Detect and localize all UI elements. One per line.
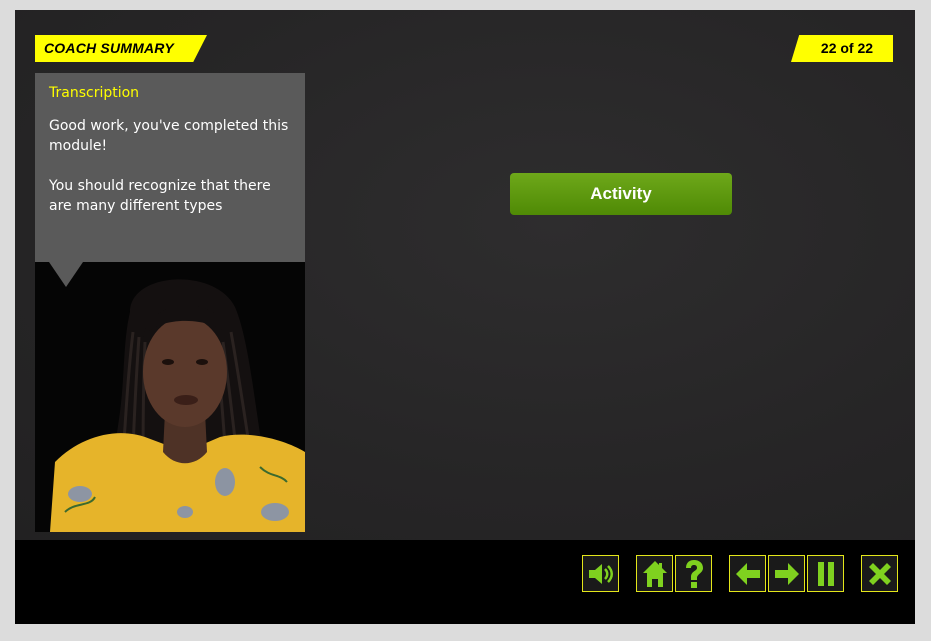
page-counter: 22 of 22 — [791, 35, 893, 62]
speaker-icon — [588, 563, 613, 584]
home-button[interactable] — [636, 555, 673, 592]
coach-portrait-image — [35, 262, 305, 532]
home-icon — [642, 560, 667, 587]
arrow-right-icon — [774, 562, 799, 585]
transcript-panel: Transcription Good work, you've complete… — [35, 73, 305, 262]
coach-video[interactable] — [35, 262, 305, 532]
audio-toggle-button[interactable] — [582, 555, 619, 592]
help-button[interactable] — [675, 555, 712, 592]
pause-icon — [817, 561, 834, 586]
arrow-left-icon — [735, 562, 760, 585]
transcript-pointer — [49, 262, 83, 287]
close-icon — [868, 562, 891, 585]
activity-button[interactable]: Activity — [510, 173, 732, 215]
previous-button[interactable] — [729, 555, 766, 592]
player-toolbar — [15, 540, 915, 624]
section-tag: COACH SUMMARY — [35, 35, 207, 62]
transcript-paragraph: Good work, you've completed this module! — [49, 118, 289, 154]
pause-button[interactable] — [807, 555, 844, 592]
transcript-paragraph: You should recognize that there are many… — [49, 178, 271, 214]
help-icon — [685, 559, 703, 588]
next-button[interactable] — [768, 555, 805, 592]
exit-button[interactable] — [861, 555, 898, 592]
course-player: COACH SUMMARY 22 of 22 Transcription Goo… — [15, 10, 915, 624]
slide-stage: COACH SUMMARY 22 of 22 Transcription Goo… — [15, 10, 915, 540]
transcript-title: Transcription — [49, 85, 140, 101]
